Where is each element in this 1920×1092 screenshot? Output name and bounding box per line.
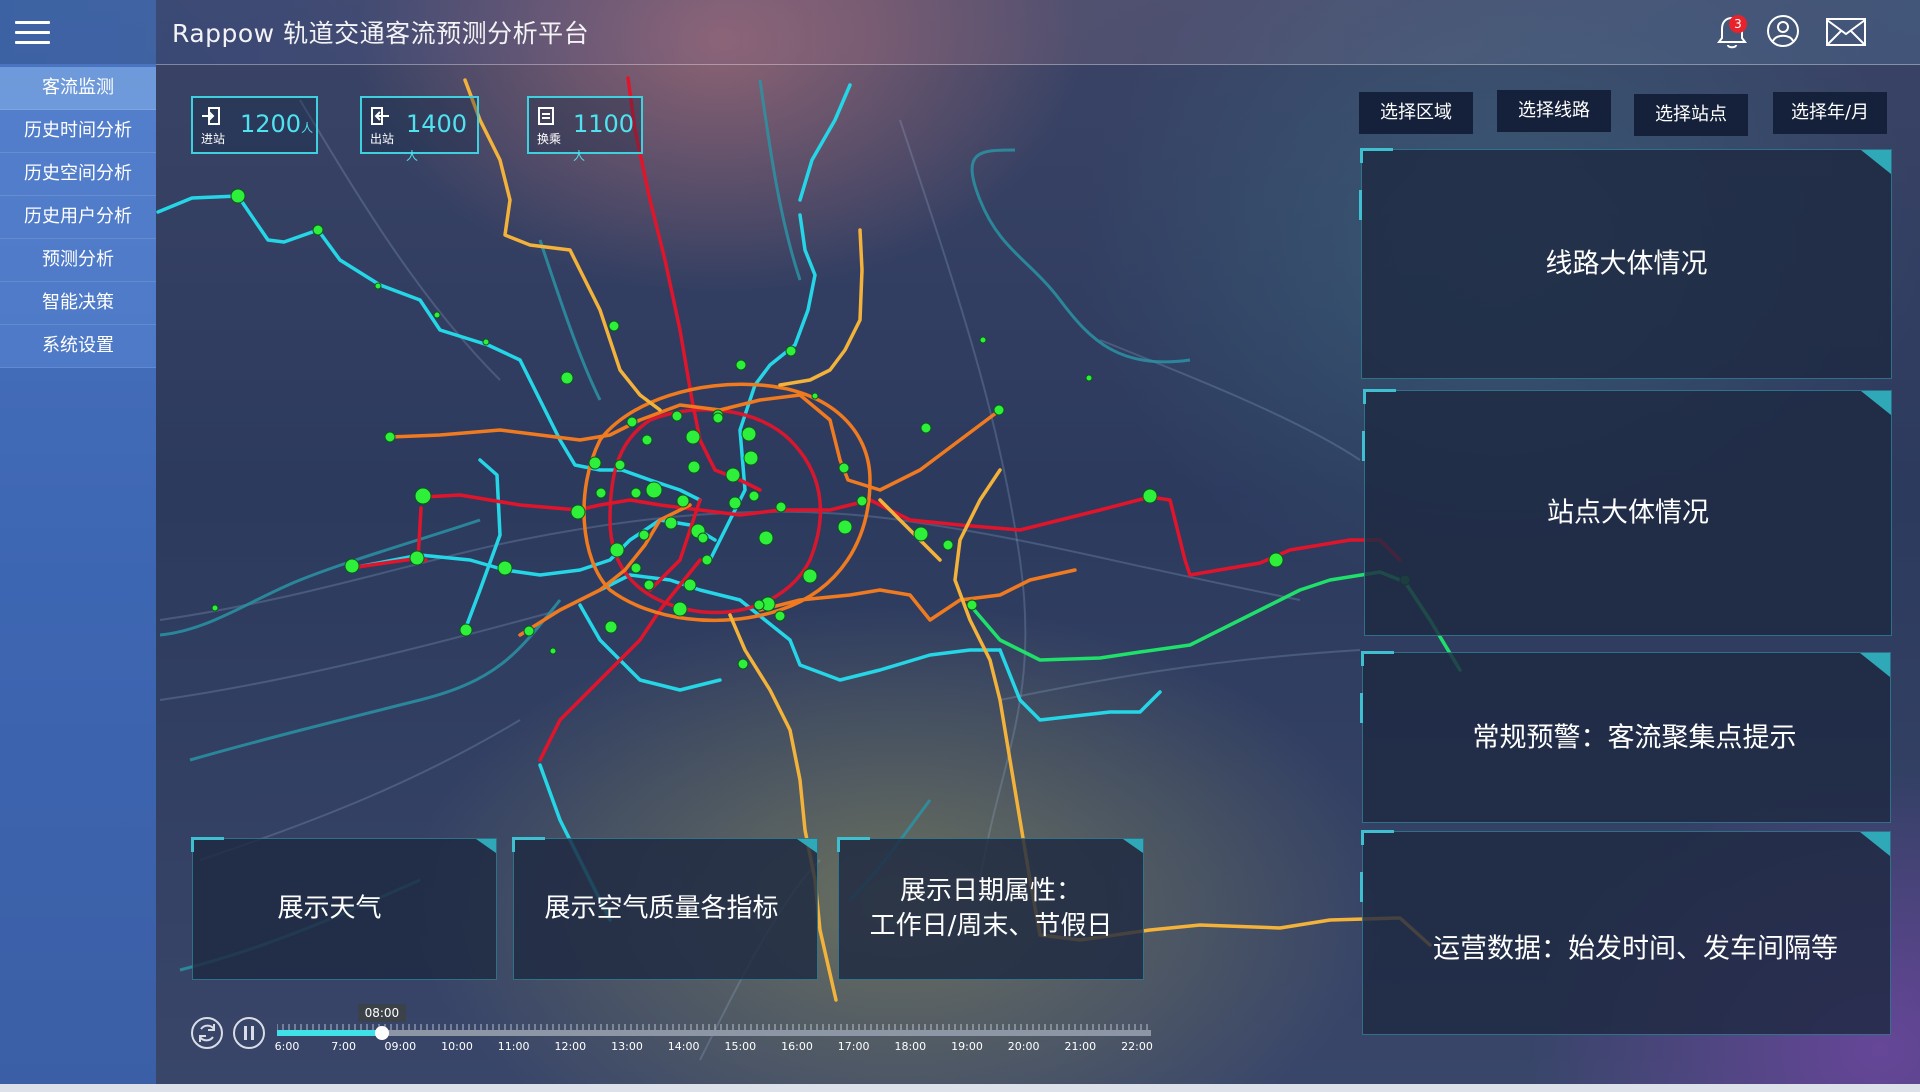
timeline-label: 18:00 [894, 1040, 927, 1053]
stat-exit: 出站 1400 人 [360, 96, 479, 163]
panel-corner [1860, 653, 1890, 677]
panel-corner [837, 837, 870, 852]
stat-enter: 进站 1200人 [191, 96, 318, 154]
timeline-label: 12:00 [554, 1040, 587, 1053]
panel-corner [797, 839, 817, 853]
timeline-label: 13:00 [611, 1040, 643, 1053]
select-line-button[interactable]: 选择线路 [1497, 90, 1611, 132]
notification-badge: 3 [1729, 15, 1747, 33]
panel-corner [1861, 150, 1891, 174]
stat-transfer-unit: 人 [573, 149, 586, 163]
panel-corner [476, 839, 496, 853]
timeline-label: 22:00 [1121, 1040, 1153, 1053]
sidebar-item-prediction[interactable]: 预测分析 [0, 239, 156, 282]
panel-corner [512, 837, 545, 852]
sidebar-item-passenger-monitoring[interactable]: 客流监测 [0, 67, 156, 110]
panel-corner [1361, 830, 1394, 845]
timeline-label: 09:00 [384, 1040, 417, 1053]
stat-enter-unit: 人 [301, 121, 314, 135]
panel-corner [1860, 832, 1890, 856]
timeline-ticks [277, 1024, 1148, 1030]
panel-operation-data-text: 运营数据：始发时间、发车间隔等 [1433, 933, 1838, 965]
panel-corner [1123, 839, 1143, 853]
panel-corner [1361, 651, 1394, 666]
panel-edge [1360, 872, 1363, 902]
stat-enter-label: 进站 [201, 132, 226, 146]
stat-enter-value: 1200 [240, 110, 302, 138]
panel-corner [1363, 389, 1396, 404]
panel-air-quality-text: 展示空气质量各指标 [544, 893, 779, 924]
panel-line-overview: 线路大体情况 [1359, 148, 1892, 379]
sidebar-item-history-time[interactable]: 历史时间分析 [0, 110, 156, 153]
select-region-button[interactable]: 选择区域 [1359, 92, 1473, 134]
panel-date-attributes: 展示日期属性： 工作日/周末、节假日 [837, 837, 1144, 980]
panel-date-attributes-text: 展示日期属性： 工作日/周末、节假日 [869, 876, 1113, 941]
sidebar-item-decision[interactable]: 智能决策 [0, 282, 156, 325]
stat-exit-unit: 人 [406, 149, 419, 163]
panel-corner [1861, 391, 1891, 415]
sidebar-item-settings[interactable]: 系统设置 [0, 325, 156, 368]
timeline-label: 21:00 [1064, 1040, 1097, 1053]
stat-transfer: 换乘 1100 人 [527, 96, 643, 163]
panel-edge [1362, 431, 1365, 461]
header-bar: Rappow 轨道交通客流预测分析平台 3 [0, 0, 1920, 65]
exit-icon [370, 107, 390, 129]
select-station-button[interactable]: 选择站点 [1634, 94, 1748, 136]
timeline-handle[interactable] [374, 1026, 389, 1040]
replay-button[interactable] [191, 1017, 223, 1049]
timeline-label: 10:00 [441, 1040, 473, 1053]
sidebar-item-history-user[interactable]: 历史用户分析 [0, 196, 156, 239]
panel-crowd-alert: 常规预警：客流聚集点提示 [1360, 651, 1891, 823]
panel-edge [1360, 693, 1363, 723]
panel-corner [191, 837, 224, 852]
panel-air-quality: 展示空气质量各指标 [512, 837, 818, 980]
select-year-month-button[interactable]: 选择年/月 [1773, 92, 1887, 134]
stat-transfer-value-wrap: 1100 人 [573, 110, 641, 166]
panel-weather-text: 展示天气 [277, 893, 382, 924]
panel-crowd-alert-text: 常规预警：客流聚集点提示 [1472, 722, 1797, 753]
timeline-label: 20:00 [1007, 1040, 1040, 1053]
sidebar: 客流监测 历史时间分析 历史空间分析 历史用户分析 预测分析 智能决策 系统设置 [0, 64, 156, 1092]
timeline-label: 15:00 [724, 1040, 757, 1053]
panel-corner [1360, 148, 1393, 163]
timeline-current-time: 08:00 [357, 1004, 406, 1022]
stat-enter-value-wrap: 1200人 [240, 110, 313, 138]
pause-icon [244, 1026, 254, 1040]
timeline-label: 6:00 [274, 1040, 300, 1053]
stat-exit-value: 1400 [406, 110, 468, 138]
panel-station-overview: 站点大体情况 [1362, 389, 1892, 636]
stat-transfer-value: 1100 [573, 110, 635, 138]
timeline-label: 14:00 [667, 1040, 700, 1053]
sidebar-item-history-space[interactable]: 历史空间分析 [0, 153, 156, 196]
stat-exit-label: 出站 [370, 132, 395, 146]
panel-edge [1359, 190, 1362, 220]
user-icon[interactable] [1766, 14, 1800, 52]
panel-operation-data: 运营数据：始发时间、发车间隔等 [1360, 830, 1891, 1035]
transfer-icon [537, 107, 557, 129]
timeline-label: 7:00 [331, 1040, 356, 1053]
panel-station-overview-text: 站点大体情况 [1547, 497, 1709, 529]
replay-icon [199, 1024, 215, 1042]
stat-transfer-label: 换乘 [537, 132, 562, 146]
timeline-label: 17:00 [837, 1040, 870, 1053]
menu-toggle-button[interactable] [0, 0, 156, 64]
panel-line-overview-text: 线路大体情况 [1545, 248, 1708, 280]
panel-weather: 展示天气 [191, 837, 497, 980]
timeline-label: 11:00 [497, 1040, 530, 1053]
app-title: Rappow 轨道交通客流预测分析平台 [172, 19, 590, 48]
enter-icon [201, 107, 221, 129]
timeline-label: 16:00 [781, 1040, 813, 1053]
timeline-label: 19:00 [951, 1040, 983, 1053]
pause-button[interactable] [233, 1017, 265, 1049]
mail-icon[interactable] [1826, 18, 1866, 50]
bottom-strip [0, 1084, 1920, 1092]
stat-exit-value-wrap: 1400 人 [406, 110, 477, 166]
